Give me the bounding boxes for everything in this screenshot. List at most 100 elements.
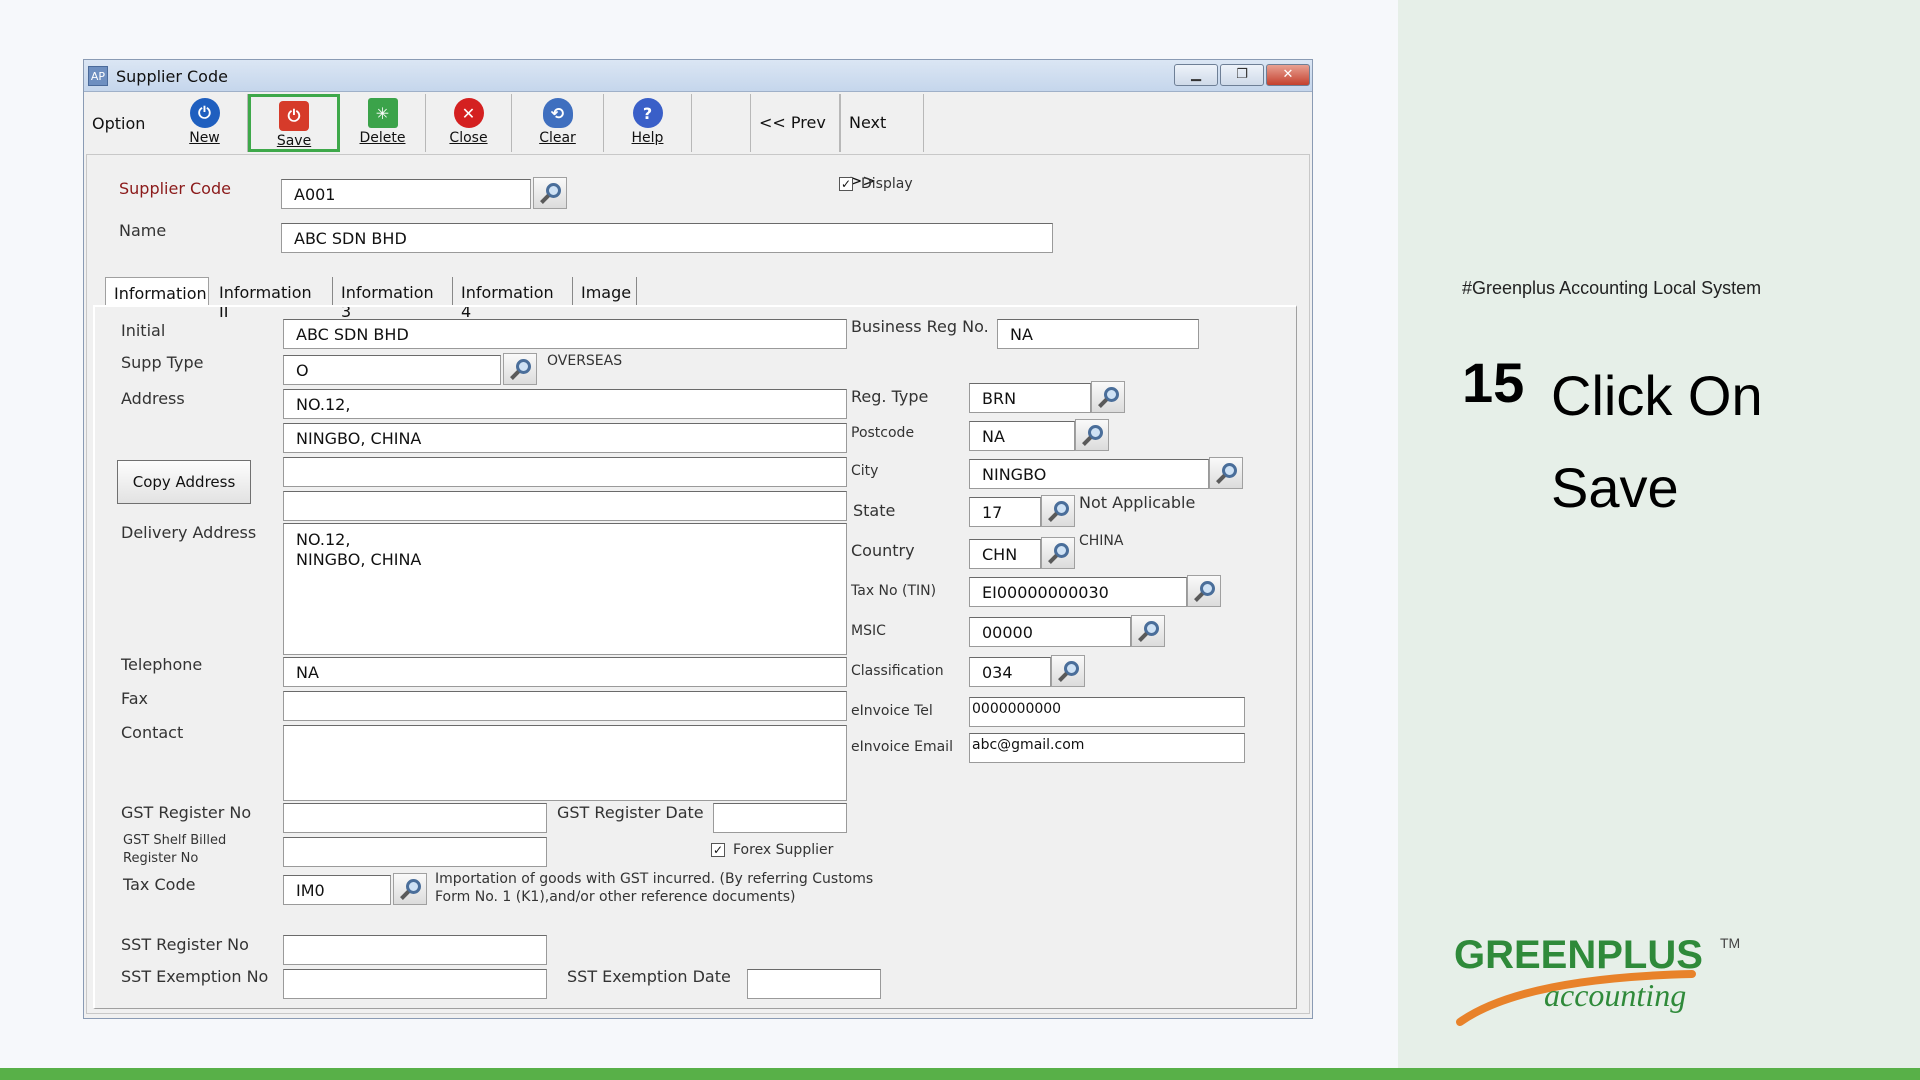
supp-type-description: OVERSEAS xyxy=(547,353,623,369)
msic-input[interactable]: 00000 xyxy=(969,617,1131,647)
fax-label: Fax xyxy=(121,689,149,708)
prev-button[interactable]: << Prev xyxy=(750,94,840,152)
name-label: Name xyxy=(119,221,167,240)
help-button[interactable]: ? Help xyxy=(604,94,692,152)
sst-exemption-no-input[interactable] xyxy=(283,969,547,999)
contact-label: Contact xyxy=(121,723,184,742)
help-label: Help xyxy=(631,130,664,146)
step-heading: 15 Click On Save xyxy=(1462,350,1763,519)
restore-button[interactable]: ❐ xyxy=(1220,64,1264,86)
address-line-2[interactable]: NINGBO, CHINA xyxy=(283,423,847,453)
display-label: Display xyxy=(861,176,913,192)
supplier-code-input[interactable]: A001 xyxy=(281,179,531,209)
tax-code-description-1: Importation of goods with GST incurred. … xyxy=(435,871,874,887)
country-input[interactable]: CHN xyxy=(969,539,1041,569)
einvoice-email-input[interactable]: abc@gmail.com xyxy=(969,733,1245,763)
telephone-input[interactable]: NA xyxy=(283,657,847,687)
window-title: Supplier Code xyxy=(116,67,228,86)
new-label: New xyxy=(189,130,220,146)
tab-information[interactable]: Information xyxy=(105,277,209,307)
close-label: Close xyxy=(449,130,488,146)
sst-register-no-input[interactable] xyxy=(283,935,547,965)
city-label: City xyxy=(851,463,879,479)
postcode-search-icon[interactable] xyxy=(1075,419,1109,451)
gst-shelf-label-1: GST Shelf Billed xyxy=(123,833,227,848)
copy-address-button[interactable]: Copy Address xyxy=(117,460,251,504)
delivery-address-input[interactable]: NO.12, NINGBO, CHINA xyxy=(283,523,847,655)
einvoice-tel-label: eInvoice Tel xyxy=(851,703,933,719)
name-input[interactable]: ABC SDN BHD xyxy=(281,223,1053,253)
supplier-code-window: AP Supplier Code ▁ ❐ ✕ Option ⏻ New ⏻ Sa… xyxy=(83,59,1313,1019)
save-icon: ⏻ xyxy=(279,101,309,131)
reg-type-input[interactable]: BRN xyxy=(969,383,1091,413)
window-close-button[interactable]: ✕ xyxy=(1266,64,1310,86)
supplier-code-search-icon[interactable] xyxy=(533,177,567,209)
tax-code-label: Tax Code xyxy=(123,875,196,894)
sst-exemption-date-input[interactable] xyxy=(747,969,881,999)
app-icon: AP xyxy=(88,66,108,86)
address-line-3[interactable] xyxy=(283,457,847,487)
delivery-address-label: Delivery Address xyxy=(121,523,257,542)
forex-supplier-checkbox[interactable]: ✓ xyxy=(711,843,725,857)
gst-register-no-input[interactable] xyxy=(283,803,547,833)
classification-input[interactable]: 034 xyxy=(969,657,1051,687)
forex-supplier-label: Forex Supplier xyxy=(733,842,834,858)
address-label: Address xyxy=(121,389,185,408)
state-input[interactable]: 17 xyxy=(969,497,1041,527)
city-input[interactable]: NINGBO xyxy=(969,459,1209,489)
supp-type-label: Supp Type xyxy=(121,353,204,372)
postcode-label: Postcode xyxy=(851,425,915,441)
country-search-icon[interactable] xyxy=(1041,537,1075,569)
tax-no-tin-input[interactable]: EI00000000030 xyxy=(969,577,1187,607)
supp-type-input[interactable]: O xyxy=(283,355,501,385)
state-description: Not Applicable xyxy=(1079,493,1196,512)
msic-search-icon[interactable] xyxy=(1131,615,1165,647)
new-button[interactable]: ⏻ New xyxy=(162,94,248,152)
supplier-code-label: Supplier Code xyxy=(119,179,231,198)
gst-register-date-input[interactable] xyxy=(713,803,847,833)
gst-shelf-register-input[interactable] xyxy=(283,837,547,867)
business-reg-no-input[interactable]: NA xyxy=(997,319,1199,349)
tab-information-ii[interactable]: Information II xyxy=(211,277,333,321)
tab-information-4[interactable]: Information 4 xyxy=(453,277,573,321)
save-button[interactable]: ⏻ Save xyxy=(248,94,340,152)
logo-text-accounting: accounting xyxy=(1544,977,1686,1013)
contact-input[interactable] xyxy=(283,725,847,801)
clear-label: Clear xyxy=(539,130,576,146)
reg-type-search-icon[interactable] xyxy=(1091,381,1125,413)
toolbar: Option ⏻ New ⏻ Save ✳ Delete ✕ Close ⟲ C… xyxy=(86,94,1312,190)
gst-register-date-label: GST Register Date xyxy=(557,803,704,822)
form-content: Supplier Code A001 ✓ Display Name ABC SD… xyxy=(93,157,1303,1011)
tax-code-input[interactable]: IM0 xyxy=(283,875,391,905)
save-label: Save xyxy=(276,133,312,149)
address-line-4[interactable] xyxy=(283,491,847,521)
tab-image[interactable]: Image xyxy=(573,277,637,307)
city-search-icon[interactable] xyxy=(1209,457,1243,489)
tab-information-3[interactable]: Information 3 xyxy=(333,277,453,321)
close-button[interactable]: ✕ Close xyxy=(426,94,512,152)
next-button[interactable]: Next >> xyxy=(840,94,924,190)
classification-search-icon[interactable] xyxy=(1051,655,1085,687)
state-search-icon[interactable] xyxy=(1041,495,1075,527)
state-label: State xyxy=(853,501,896,520)
display-checkbox[interactable]: ✓ xyxy=(839,177,853,191)
help-icon: ? xyxy=(632,98,663,128)
step-number: 15 xyxy=(1462,351,1525,414)
postcode-input[interactable]: NA xyxy=(969,421,1075,451)
country-label: Country xyxy=(851,541,915,560)
supp-type-search-icon[interactable] xyxy=(503,353,537,385)
delete-button[interactable]: ✳ Delete xyxy=(340,94,426,152)
einvoice-tel-input[interactable]: 0000000000 xyxy=(969,697,1245,727)
sst-register-no-label: SST Register No xyxy=(121,935,249,954)
minimize-button[interactable]: ▁ xyxy=(1174,64,1218,86)
bottom-accent-bar xyxy=(0,1068,1920,1080)
fax-input[interactable] xyxy=(283,691,847,721)
clear-button[interactable]: ⟲ Clear xyxy=(512,94,604,152)
slide-side-panel xyxy=(1398,0,1920,1068)
initial-input[interactable]: ABC SDN BHD xyxy=(283,319,847,349)
sst-exemption-no-label: SST Exemption No xyxy=(121,967,269,986)
tax-code-search-icon[interactable] xyxy=(393,873,427,905)
tax-no-tin-search-icon[interactable] xyxy=(1187,575,1221,607)
address-line-1[interactable]: NO.12, xyxy=(283,389,847,419)
close-icon: ✕ xyxy=(453,98,484,128)
